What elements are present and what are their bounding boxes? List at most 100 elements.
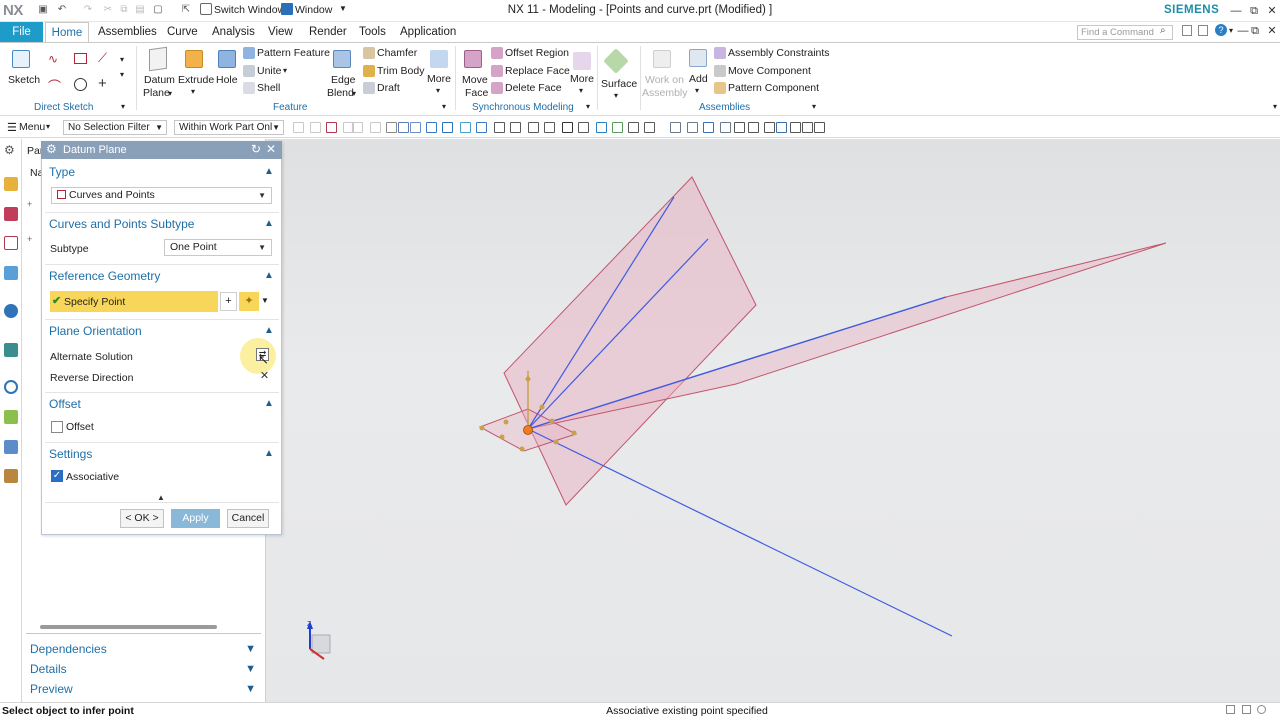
ok-button[interactable]: < OK > bbox=[120, 509, 164, 528]
chamfer-icon[interactable] bbox=[363, 47, 375, 59]
plane-orientation-section-header[interactable]: Plane Orientation bbox=[49, 324, 142, 338]
toolbar-tool-icon[interactable] bbox=[670, 122, 681, 133]
preview-section[interactable]: Preview ▼ bbox=[26, 680, 262, 698]
tree-expand-icon[interactable]: + bbox=[27, 199, 32, 209]
point-icon[interactable]: + bbox=[98, 75, 107, 92]
tab-assemblies[interactable]: Assemblies bbox=[92, 22, 163, 42]
customize-icon[interactable] bbox=[1198, 25, 1208, 36]
assembly-navigator-icon[interactable] bbox=[4, 207, 18, 221]
close-icon[interactable]: ✕ bbox=[266, 142, 276, 156]
rectangle-icon[interactable] bbox=[74, 53, 87, 64]
collapse-icon[interactable]: ▲ bbox=[264, 398, 274, 409]
chamfer-button[interactable]: Chamfer bbox=[377, 47, 417, 59]
profile-icon[interactable]: ∿ bbox=[48, 52, 58, 66]
web-browser-icon[interactable] bbox=[4, 343, 18, 357]
direct-sketch-group-menu[interactable]: ▾ bbox=[121, 102, 125, 111]
toolbar-tool-icon[interactable] bbox=[776, 122, 787, 133]
extrude-button[interactable]: Extrude bbox=[178, 74, 214, 86]
toolbar-tool-icon[interactable] bbox=[326, 122, 337, 133]
help-icon[interactable]: ? bbox=[1215, 24, 1227, 36]
reset-icon[interactable]: ↻ bbox=[251, 142, 261, 156]
trim-body-icon[interactable] bbox=[363, 65, 375, 77]
toolbar-tool-icon[interactable] bbox=[442, 122, 453, 133]
chevron-down-icon[interactable]: ▼ bbox=[339, 4, 347, 13]
reference-geometry-section-header[interactable]: Reference Geometry bbox=[49, 269, 160, 283]
menu-button[interactable]: Menu bbox=[19, 121, 45, 133]
toolbar-tool-icon[interactable] bbox=[293, 122, 304, 133]
subtype-section-header[interactable]: Curves and Points Subtype bbox=[49, 217, 194, 231]
touch-mode-icon[interactable]: ⇱ bbox=[180, 4, 192, 16]
tree-expand-icon[interactable]: + bbox=[27, 234, 32, 244]
assembly-constraints-button[interactable]: Assembly Constraints bbox=[728, 47, 830, 59]
toolbar-tool-icon[interactable] bbox=[410, 122, 421, 133]
menu-icon[interactable]: ☰ bbox=[7, 121, 17, 134]
redo-icon[interactable]: ↷ bbox=[82, 4, 94, 16]
work-on-assembly-icon[interactable] bbox=[653, 50, 671, 68]
toolbar-tool-icon[interactable] bbox=[802, 122, 813, 133]
settings-section-header[interactable]: Settings bbox=[49, 447, 92, 461]
feature-more-dropdown-icon[interactable]: ▾ bbox=[436, 86, 440, 95]
associative-checkbox[interactable]: ✓ bbox=[51, 470, 63, 482]
unite-dropdown-icon[interactable]: ▾ bbox=[283, 66, 287, 75]
copy-icon[interactable]: ⧉ bbox=[118, 4, 130, 16]
doc-close-icon[interactable]: ✕ bbox=[1263, 23, 1280, 39]
arc-icon[interactable]: ⌒ bbox=[48, 76, 61, 95]
close-icon[interactable]: ✕ bbox=[1263, 3, 1280, 19]
pattern-feature-icon[interactable] bbox=[243, 47, 255, 59]
reuse-library-icon[interactable] bbox=[4, 266, 18, 280]
restore-icon[interactable]: ⧉ bbox=[1245, 3, 1263, 19]
toolbar-tool-icon[interactable] bbox=[644, 122, 655, 133]
toolbar-tool-icon[interactable] bbox=[494, 122, 505, 133]
toolbar-tool-icon[interactable] bbox=[628, 122, 639, 133]
subtype-select[interactable]: One Point ▼ bbox=[164, 239, 272, 256]
switch-window-icon[interactable] bbox=[200, 3, 212, 15]
delete-face-icon[interactable] bbox=[491, 82, 503, 94]
extrude-icon[interactable] bbox=[185, 50, 203, 68]
pattern-component-button[interactable]: Pattern Component bbox=[728, 82, 819, 94]
toolbar-tool-icon[interactable] bbox=[460, 122, 471, 133]
repeat-command-icon[interactable]: ▢ bbox=[152, 4, 164, 16]
edge-blend-button[interactable]: Edge bbox=[331, 74, 356, 86]
help-menu-icon[interactable]: ▾ bbox=[1229, 26, 1233, 35]
assembly-constraints-icon[interactable] bbox=[714, 47, 726, 59]
sketch-more-icon[interactable]: ▾ bbox=[120, 55, 124, 64]
move-component-icon[interactable] bbox=[714, 65, 726, 77]
toolbar-tool-icon[interactable] bbox=[476, 122, 487, 133]
collapse-icon[interactable]: ▲ bbox=[264, 166, 274, 177]
sync-more-dropdown-icon[interactable]: ▾ bbox=[579, 86, 583, 95]
add-component-button[interactable]: Add bbox=[689, 73, 708, 85]
doc-restore-icon[interactable]: ⧉ bbox=[1246, 23, 1264, 39]
circle-icon[interactable] bbox=[74, 78, 87, 91]
datum-plane-icon[interactable] bbox=[149, 46, 167, 72]
window-icon[interactable] bbox=[281, 3, 293, 15]
surface-button[interactable]: Surface bbox=[601, 78, 637, 90]
more-options-icon[interactable]: ▲ bbox=[157, 493, 165, 502]
toolbar-tool-icon[interactable] bbox=[562, 122, 573, 133]
toolbar-tool-icon[interactable] bbox=[578, 122, 589, 133]
chevron-down-icon[interactable]: ▼ bbox=[261, 296, 269, 305]
hd3d-tools-icon[interactable] bbox=[4, 304, 18, 318]
selection-filter-select[interactable]: No Selection Filter ▼ bbox=[63, 120, 167, 135]
toolbar-tool-icon[interactable] bbox=[426, 122, 437, 133]
tab-view[interactable]: View bbox=[262, 22, 299, 42]
toolbar-tool-icon[interactable] bbox=[310, 122, 321, 133]
move-component-button[interactable]: Move Component bbox=[728, 65, 811, 77]
specified-point-marker[interactable] bbox=[523, 425, 533, 435]
toolbar-tool-icon[interactable] bbox=[687, 122, 698, 133]
toolbar-tool-icon[interactable] bbox=[596, 122, 607, 133]
file-menu[interactable]: File bbox=[0, 22, 43, 42]
tab-application[interactable]: Application bbox=[394, 22, 462, 42]
sketch-icon[interactable] bbox=[12, 50, 30, 68]
undo-icon[interactable]: ↶ bbox=[56, 4, 68, 16]
tab-render[interactable]: Render bbox=[303, 22, 353, 42]
history-icon[interactable] bbox=[4, 380, 18, 394]
switch-window-button[interactable]: Switch Window bbox=[214, 4, 285, 16]
toolbar-tool-icon[interactable] bbox=[764, 122, 775, 133]
replace-face-icon[interactable] bbox=[491, 65, 503, 77]
work-on-assembly-button[interactable]: Work on bbox=[645, 74, 684, 86]
offset-region-button[interactable]: Offset Region bbox=[505, 47, 569, 59]
sync-group-menu[interactable]: ▾ bbox=[586, 102, 590, 111]
sketch-gallery-icon[interactable]: ▾ bbox=[120, 70, 124, 79]
sync-more-icon[interactable] bbox=[573, 52, 591, 70]
window-menu-button[interactable]: Window bbox=[295, 4, 332, 16]
